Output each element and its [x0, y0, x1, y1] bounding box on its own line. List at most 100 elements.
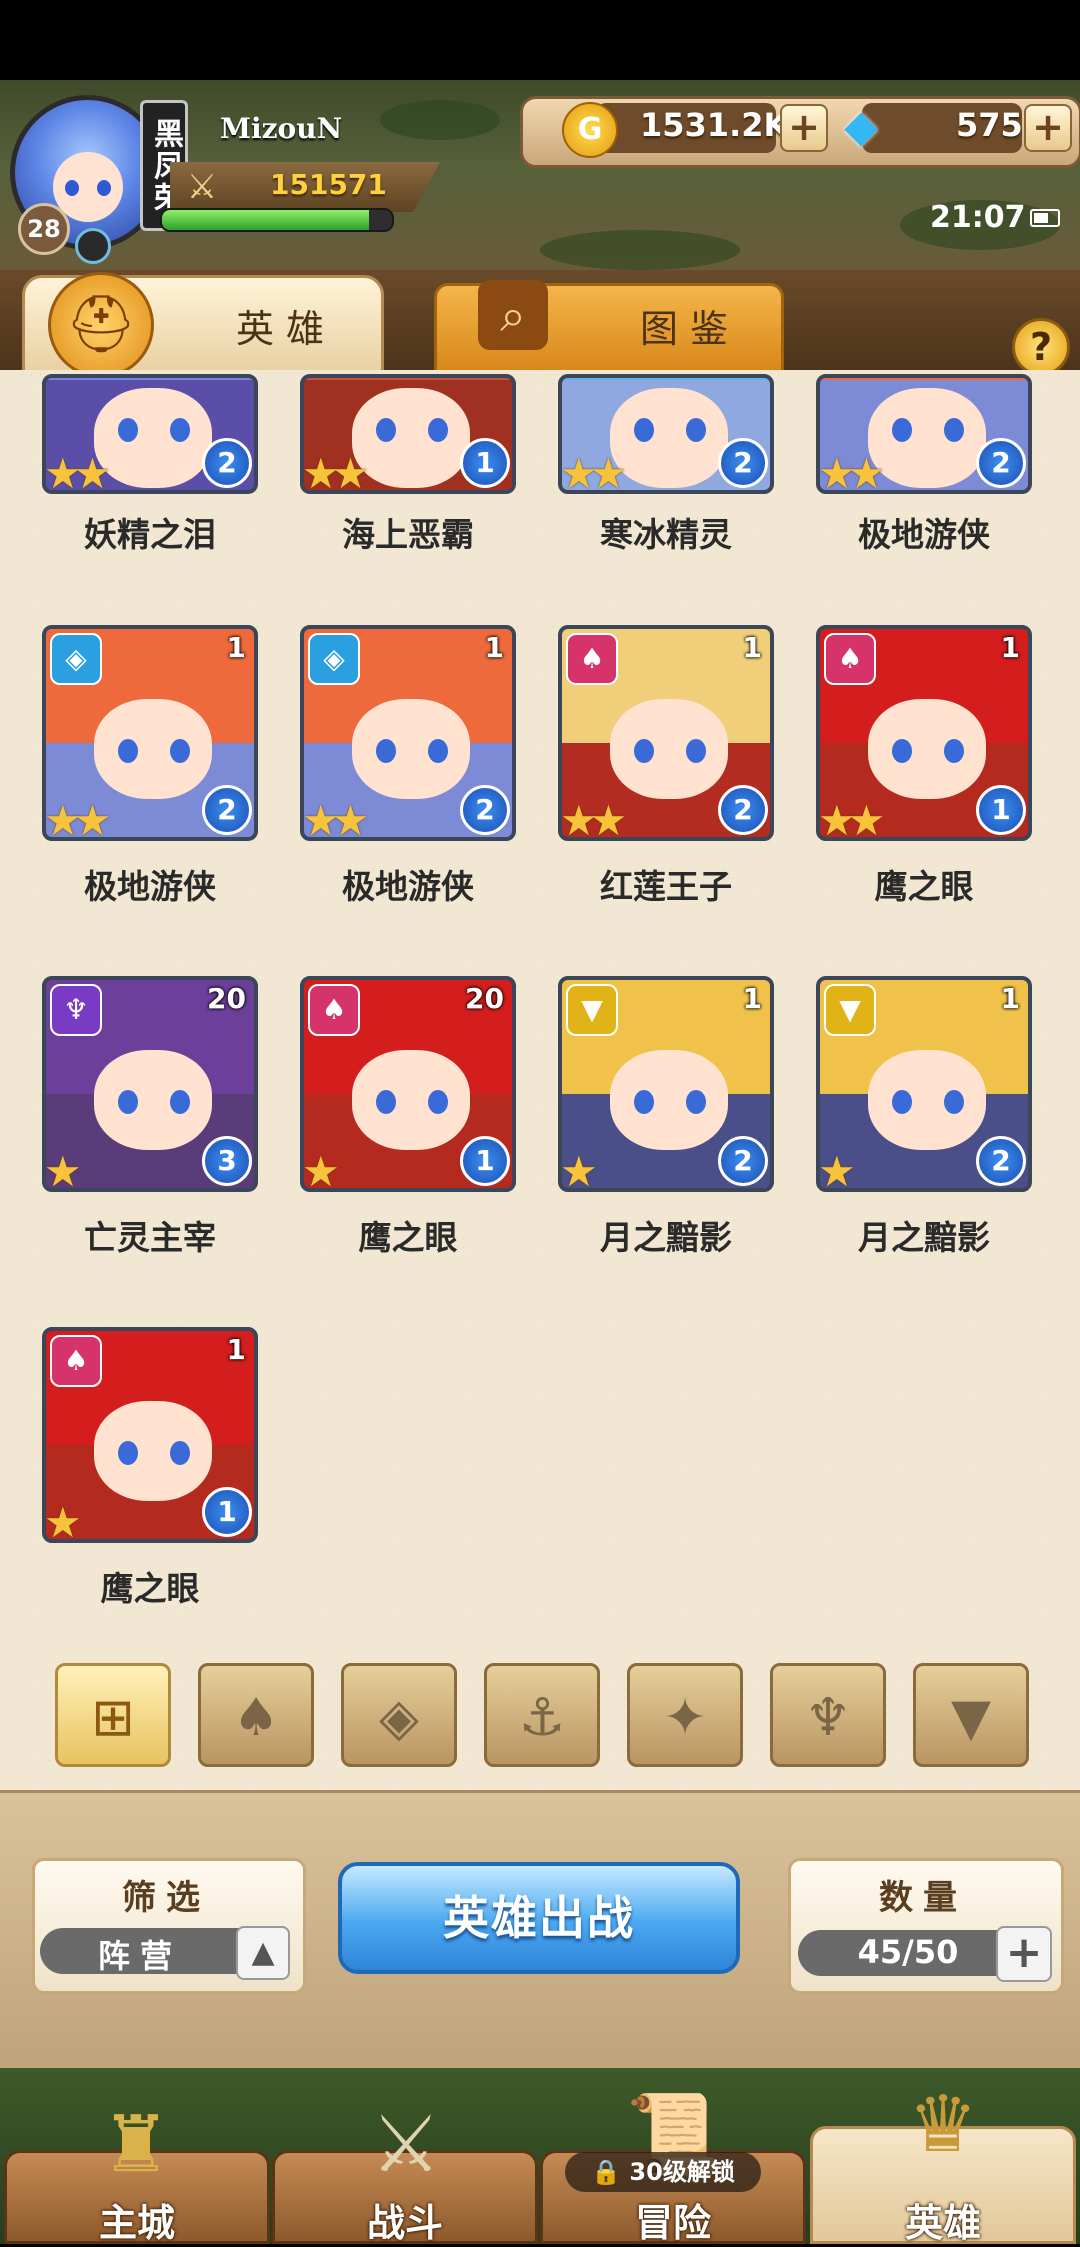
anchor-faction-icon[interactable]: ⚓	[484, 1663, 600, 1767]
crossed-swords-icon: ⚔	[186, 167, 218, 207]
gold-coin-icon: G	[562, 102, 618, 158]
star-rating: ★★	[560, 796, 627, 841]
combat-power: 151571	[270, 168, 387, 201]
star-rating: ★	[818, 1147, 856, 1192]
beast-faction-icon[interactable]: ✦	[627, 1663, 743, 1767]
crossed-swords-icon: ⚔	[371, 2100, 441, 2190]
faction-icon: ♠	[308, 984, 360, 1036]
hero-grade-badge: 2	[718, 1136, 768, 1186]
star-rating: ★★	[44, 796, 111, 841]
add-gold-button[interactable]: +	[780, 104, 828, 152]
hero-count: 1	[1000, 982, 1020, 1015]
nav-main-city-label: 主城	[98, 2201, 175, 2245]
faction-icon: ♠	[824, 633, 876, 685]
hero-name: 极地游侠	[84, 867, 216, 906]
undead-faction-icon[interactable]: ♆	[770, 1663, 886, 1767]
star-rating: ★	[560, 1147, 598, 1192]
fire-faction-icon[interactable]: ♠	[198, 1663, 314, 1767]
clock: 21:07	[930, 200, 1026, 235]
star-rating: ★	[44, 1498, 82, 1543]
hero-count: 1	[742, 631, 762, 664]
hero-card[interactable]: ★★ 1	[300, 374, 516, 494]
hero-grade-badge: 3	[202, 1136, 252, 1186]
tab-codex-label: 图鉴	[640, 307, 741, 351]
diamond-icon: ◆	[844, 101, 878, 152]
class-icon	[75, 228, 111, 264]
player-name: MizouN	[220, 112, 343, 145]
castle-icon: ♜	[101, 2100, 171, 2190]
hero-grade-badge: 2	[718, 785, 768, 835]
star-rating: ★	[44, 1147, 82, 1192]
hero-card[interactable]: ♆ 20 ★ 3	[42, 976, 258, 1192]
star-rating: ★★	[44, 449, 111, 494]
all-grid-icon[interactable]: ⊞	[55, 1663, 171, 1767]
hero-grade-badge: 2	[718, 438, 768, 488]
hero-name: 妖精之泪	[84, 515, 216, 554]
moon-faction-icon[interactable]: ▼	[913, 1663, 1029, 1767]
star-rating: ★★	[818, 449, 885, 494]
hero-card[interactable]: ◈ 1 ★★ 2	[300, 625, 516, 841]
hero-count: 20	[207, 982, 246, 1015]
hero-name: 极地游侠	[342, 867, 474, 906]
hero-card[interactable]: ♠ 1 ★ 1	[42, 1327, 258, 1543]
hero-count: 1	[742, 982, 762, 1015]
hero-name: 月之黯影	[858, 1218, 990, 1257]
faction-icon: ◈	[50, 633, 102, 685]
hero-name: 海上恶霸	[342, 515, 474, 554]
hero-card[interactable]: ♠ 20 ★ 1	[300, 976, 516, 1192]
star-rating: ★★	[302, 796, 369, 841]
faction-icon: ♆	[50, 984, 102, 1036]
add-gems-button[interactable]: +	[1024, 104, 1072, 152]
faction-icon: ♠	[50, 1335, 102, 1387]
star-rating: ★★	[560, 449, 627, 494]
status-bar	[0, 0, 1080, 80]
faction-icon: ♠	[566, 633, 618, 685]
hero-grade-badge: 2	[976, 438, 1026, 488]
hero-name: 鹰之眼	[358, 1218, 458, 1257]
hero-card[interactable]: ★★ 2	[558, 374, 774, 494]
nav-heroes-label: 英雄	[904, 2201, 981, 2245]
deploy-heroes-button[interactable]: 英雄出战	[338, 1862, 740, 1974]
ice-faction-icon[interactable]: ◈	[341, 1663, 457, 1767]
lock-badge: 🔒 30级解锁	[565, 2152, 761, 2192]
hero-count: 1	[226, 631, 246, 664]
hero-card[interactable]: ★★ 2	[42, 374, 258, 494]
lock-text: 30级解锁	[629, 2158, 735, 2186]
battery-icon	[1030, 209, 1060, 227]
hero-card[interactable]: ◈ 1 ★★ 2	[42, 625, 258, 841]
hero-grade-badge: 1	[202, 1487, 252, 1537]
hero-card[interactable]: ▼ 1 ★ 2	[816, 976, 1032, 1192]
chevron-up-icon[interactable]: ▲	[236, 1926, 290, 1980]
hero-name: 亡灵主宰	[84, 1218, 216, 1257]
hero-card[interactable]: ♠ 1 ★★ 1	[816, 625, 1032, 841]
expand-capacity-button[interactable]: +	[996, 1926, 1052, 1982]
nav-battle-label: 战斗	[366, 2201, 443, 2245]
hero-name: 极地游侠	[858, 515, 990, 554]
exp-bar-fill	[162, 210, 369, 230]
hero-crest-icon: ♛	[908, 2080, 978, 2170]
gold-amount: 1531.2K	[640, 106, 789, 144]
faction-icon: ◈	[308, 633, 360, 685]
hero-card[interactable]: ♠ 1 ★★ 2	[558, 625, 774, 841]
hero-grade-badge: 1	[976, 785, 1026, 835]
star-rating: ★★	[818, 796, 885, 841]
hero-card[interactable]: ★★ 2	[816, 374, 1032, 494]
hero-grade-badge: 2	[202, 785, 252, 835]
nav-adventure-label: 冒险	[634, 2201, 711, 2245]
help-button[interactable]: ?	[1012, 318, 1070, 376]
hero-name: 寒冰精灵	[600, 515, 732, 554]
hero-name: 鹰之眼	[874, 867, 974, 906]
hero-grade-badge: 1	[460, 438, 510, 488]
hero-count: 20	[465, 982, 504, 1015]
hero-grade-badge: 2	[976, 1136, 1026, 1186]
hero-count: 1	[1000, 631, 1020, 664]
star-rating: ★★	[302, 449, 369, 494]
lock-icon: 🔒	[591, 2158, 622, 2186]
filter-title: 筛选	[122, 1878, 210, 1918]
hero-count: 1	[484, 631, 504, 664]
star-rating: ★	[302, 1147, 340, 1192]
hero-count-title: 数量	[879, 1878, 967, 1918]
faction-icon: ▼	[824, 984, 876, 1036]
hero-card[interactable]: ▼ 1 ★ 2	[558, 976, 774, 1192]
hero-grade-badge: 1	[460, 1136, 510, 1186]
